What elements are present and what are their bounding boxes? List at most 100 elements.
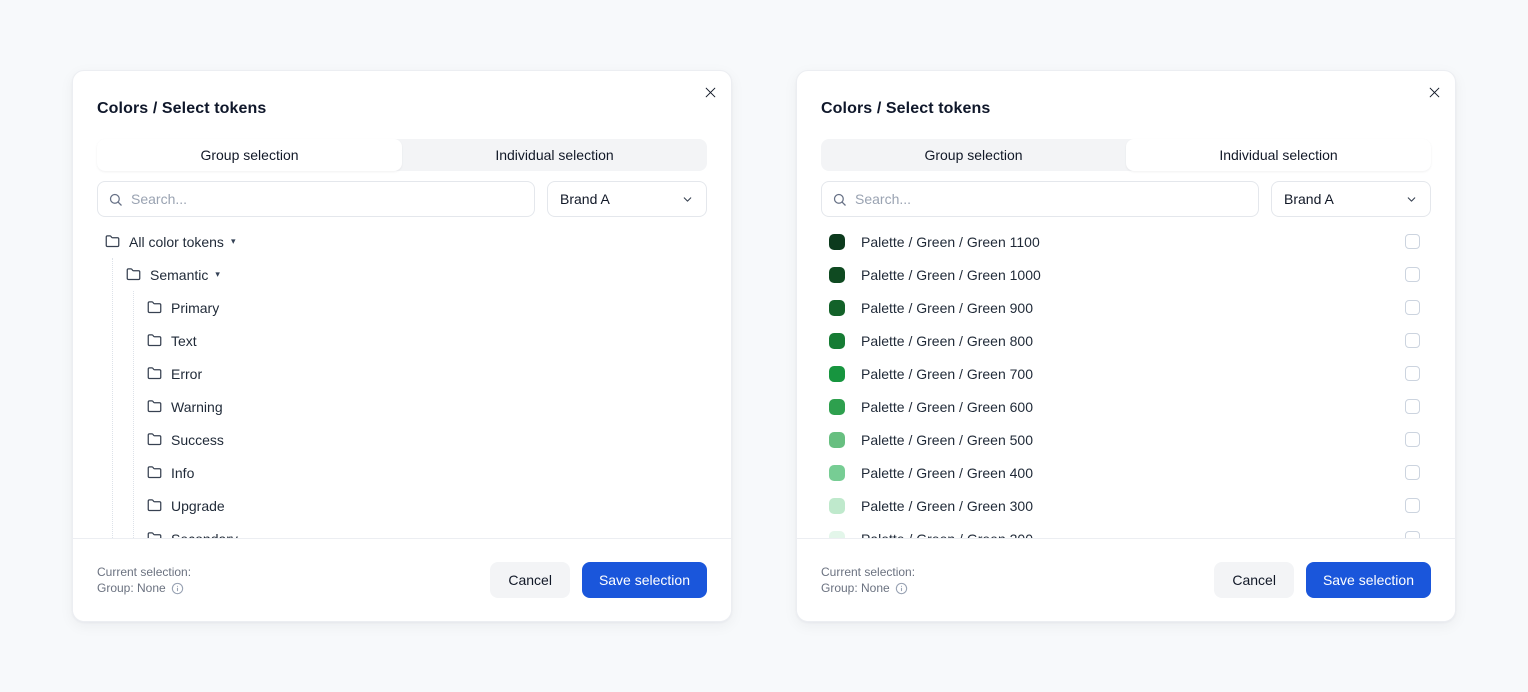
color-swatch <box>829 465 845 481</box>
tree-item-text[interactable]: Text <box>97 324 707 357</box>
search-input[interactable] <box>131 191 524 207</box>
token-tree: All color tokens ▾ Semantic ▾ Primary Te… <box>97 225 707 540</box>
token-checkbox[interactable] <box>1405 267 1420 282</box>
token-label: Palette / Green / Green 300 <box>861 498 1033 514</box>
info-icon <box>895 582 908 595</box>
search-icon <box>832 192 847 207</box>
token-checkbox[interactable] <box>1405 333 1420 348</box>
folder-icon <box>147 432 162 447</box>
tree-item-label: Success <box>171 432 224 448</box>
save-selection-button[interactable]: Save selection <box>1306 562 1431 598</box>
token-label: Palette / Green / Green 700 <box>861 366 1033 382</box>
color-swatch <box>829 498 845 514</box>
token-checkbox[interactable] <box>1405 399 1420 414</box>
tree-item-error[interactable]: Error <box>97 357 707 390</box>
folder-icon <box>147 333 162 348</box>
select-tokens-dialog-group: Colors / Select tokens Group selection I… <box>72 70 732 622</box>
folder-icon <box>147 465 162 480</box>
chevron-down-icon <box>681 193 694 206</box>
token-row-green-400[interactable]: Palette / Green / Green 400 <box>821 456 1431 489</box>
info-icon <box>171 582 184 595</box>
caret-down-icon: ▾ <box>215 270 220 279</box>
brand-select[interactable]: Brand A <box>1271 181 1431 217</box>
token-label: Palette / Green / Green 500 <box>861 432 1033 448</box>
tree-item-label: Info <box>171 465 194 481</box>
folder-icon <box>147 399 162 414</box>
tab-individual-selection[interactable]: Individual selection <box>402 139 707 171</box>
color-swatch <box>829 432 845 448</box>
folder-icon <box>147 366 162 381</box>
folder-icon <box>126 267 141 282</box>
tree-item-all-color-tokens[interactable]: All color tokens ▾ <box>97 225 707 258</box>
tab-group-selection[interactable]: Group selection <box>821 139 1126 171</box>
group-selection-value: Group: None <box>821 580 890 596</box>
search-icon <box>108 192 123 207</box>
search-box[interactable] <box>821 181 1259 217</box>
color-swatch <box>829 366 845 382</box>
token-row-green-700[interactable]: Palette / Green / Green 700 <box>821 357 1431 390</box>
footer-actions: Cancel Save selection <box>1214 562 1431 598</box>
token-list: Palette / Green / Green 1100 Palette / G… <box>821 225 1431 540</box>
token-checkbox[interactable] <box>1405 432 1420 447</box>
select-tokens-dialog-individual: Colors / Select tokens Group selection I… <box>796 70 1456 622</box>
cancel-button[interactable]: Cancel <box>1214 562 1294 598</box>
search-input[interactable] <box>855 191 1248 207</box>
current-selection-label: Current selection: <box>821 564 915 580</box>
tree-item-upgrade[interactable]: Upgrade <box>97 489 707 522</box>
group-selection-value: Group: None <box>97 580 166 596</box>
token-row-green-300[interactable]: Palette / Green / Green 300 <box>821 489 1431 522</box>
token-label: Palette / Green / Green 900 <box>861 300 1033 316</box>
token-row-green-800[interactable]: Palette / Green / Green 800 <box>821 324 1431 357</box>
cancel-button[interactable]: Cancel <box>490 562 570 598</box>
footer-actions: Cancel Save selection <box>490 562 707 598</box>
brand-select[interactable]: Brand A <box>547 181 707 217</box>
color-swatch <box>829 267 845 283</box>
tree-item-success[interactable]: Success <box>97 423 707 456</box>
tree-item-label: Primary <box>171 300 219 316</box>
dialog-title: Colors / Select tokens <box>821 100 990 118</box>
tab-bar: Group selection Individual selection <box>97 139 707 171</box>
close-button[interactable] <box>699 81 721 103</box>
token-label: Palette / Green / Green 400 <box>861 465 1033 481</box>
tree-item-label: Upgrade <box>171 498 225 514</box>
token-checkbox[interactable] <box>1405 465 1420 480</box>
tab-group-selection[interactable]: Group selection <box>97 139 402 171</box>
token-label: Palette / Green / Green 800 <box>861 333 1033 349</box>
tree-item-label: Text <box>171 333 197 349</box>
save-selection-button[interactable]: Save selection <box>582 562 707 598</box>
tree-item-info[interactable]: Info <box>97 456 707 489</box>
color-swatch <box>829 333 845 349</box>
token-row-green-1000[interactable]: Palette / Green / Green 1000 <box>821 258 1431 291</box>
search-box[interactable] <box>97 181 535 217</box>
token-checkbox[interactable] <box>1405 498 1420 513</box>
token-checkbox[interactable] <box>1405 366 1420 381</box>
token-row-green-1100[interactable]: Palette / Green / Green 1100 <box>821 225 1431 258</box>
tree-item-warning[interactable]: Warning <box>97 390 707 423</box>
brand-select-value: Brand A <box>1284 191 1334 207</box>
close-button[interactable] <box>1423 81 1445 103</box>
token-row-green-500[interactable]: Palette / Green / Green 500 <box>821 423 1431 456</box>
dialog-footer: Current selection: Group: None Cancel Sa… <box>797 538 1455 621</box>
token-row-green-600[interactable]: Palette / Green / Green 600 <box>821 390 1431 423</box>
tree-item-semantic[interactable]: Semantic ▾ <box>97 258 707 291</box>
token-row-green-900[interactable]: Palette / Green / Green 900 <box>821 291 1431 324</box>
current-selection-info: Current selection: Group: None <box>97 564 191 596</box>
brand-select-value: Brand A <box>560 191 610 207</box>
token-checkbox[interactable] <box>1405 234 1420 249</box>
tree-item-label: All color tokens <box>129 234 224 250</box>
folder-icon <box>105 234 120 249</box>
tree-item-label: Error <box>171 366 202 382</box>
folder-icon <box>147 498 162 513</box>
current-selection-label: Current selection: <box>97 564 191 580</box>
caret-down-icon: ▾ <box>231 237 236 246</box>
tab-individual-selection[interactable]: Individual selection <box>1126 139 1431 171</box>
token-checkbox[interactable] <box>1405 300 1420 315</box>
filter-controls: Brand A <box>821 181 1431 217</box>
token-label: Palette / Green / Green 1100 <box>861 234 1040 250</box>
chevron-down-icon <box>1405 193 1418 206</box>
tab-bar: Group selection Individual selection <box>821 139 1431 171</box>
tree-item-label: Semantic <box>150 267 208 283</box>
current-selection-info: Current selection: Group: None <box>821 564 915 596</box>
tree-item-primary[interactable]: Primary <box>97 291 707 324</box>
filter-controls: Brand A <box>97 181 707 217</box>
